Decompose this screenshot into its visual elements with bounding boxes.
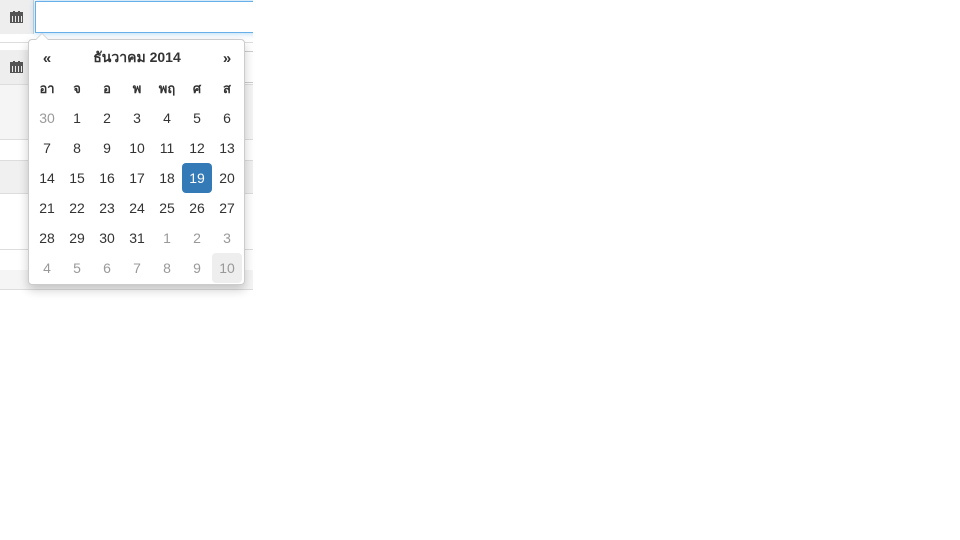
weekday-label: ส [223, 80, 231, 96]
next-month-button[interactable]: » [212, 43, 242, 73]
weekday-label: อา [39, 80, 55, 96]
week-row: 4 5 6 7 8 9 10 [32, 253, 242, 283]
day-cell[interactable]: 17 [122, 163, 152, 193]
day-cell[interactable]: 28 [32, 223, 62, 253]
calendar-icon [10, 11, 23, 23]
weekday-label: ศ [192, 80, 202, 96]
day-cell[interactable]: 9 [92, 133, 122, 163]
day-cell[interactable]: 1 [62, 103, 92, 133]
day-cell[interactable]: 7 [32, 133, 62, 163]
day-cell[interactable]: 13 [212, 133, 242, 163]
week-row: 30 1 2 3 4 5 6 [32, 103, 242, 133]
prev-month-button[interactable]: « [32, 43, 62, 73]
datepicker-dropdown: « ธันวาคม 2014 » อาจอพพฤศส 30 1 2 3 4 5 6 7 8 9 10… [28, 33, 245, 285]
day-cell[interactable]: 4 [152, 103, 182, 133]
day-cell[interactable]: 16 [92, 163, 122, 193]
day-cell[interactable]: 2 [92, 103, 122, 133]
day-cell[interactable]: 22 [62, 193, 92, 223]
week-row: 7 8 9 10 11 12 13 [32, 133, 242, 163]
date-input-addon[interactable] [0, 0, 34, 34]
day-cell[interactable]: 27 [212, 193, 242, 223]
day-cell[interactable]: 10 [212, 253, 242, 283]
day-cell[interactable]: 1 [152, 223, 182, 253]
day-cell[interactable]: 8 [152, 253, 182, 283]
day-cell[interactable]: 12 [182, 133, 212, 163]
day-cell[interactable]: 20 [212, 163, 242, 193]
day-cell[interactable]: 24 [122, 193, 152, 223]
week-row: 21 22 23 24 25 26 27 [32, 193, 242, 223]
weekday-label: จ [73, 80, 81, 96]
day-cell[interactable]: 18 [152, 163, 182, 193]
datepicker-grid: « ธันวาคม 2014 » อาจอพพฤศส 30 1 2 3 4 5 6 7 8 9 10… [32, 43, 242, 283]
days-body: 30 1 2 3 4 5 6 7 8 9 10 11 12 13 14 15 16 17 18 19 20 21 22 23 2… [32, 103, 242, 283]
day-cell[interactable]: 5 [62, 253, 92, 283]
week-row: 14 15 16 17 18 19 20 [32, 163, 242, 193]
day-cell[interactable]: 26 [182, 193, 212, 223]
day-cell[interactable]: 10 [122, 133, 152, 163]
datepicker-header: « ธันวาคม 2014 » [32, 43, 242, 73]
day-cell[interactable]: 7 [122, 253, 152, 283]
day-cell[interactable]: 6 [92, 253, 122, 283]
day-cell[interactable]: 8 [62, 133, 92, 163]
day-cell[interactable]: 9 [182, 253, 212, 283]
day-cell[interactable]: 5 [182, 103, 212, 133]
day-cell-selected[interactable]: 19 [182, 163, 212, 193]
day-cell[interactable]: 30 [32, 103, 62, 133]
month-year-title[interactable]: ธันวาคม 2014 [62, 43, 212, 73]
week-row: 28 29 30 31 1 2 3 [32, 223, 242, 253]
day-cell[interactable]: 25 [152, 193, 182, 223]
weekday-header-row: อา จ อ พ พฤ ศ ส [32, 73, 242, 103]
calendar-icon [10, 61, 23, 73]
day-cell[interactable]: 31 [122, 223, 152, 253]
day-cell[interactable]: 23 [92, 193, 122, 223]
day-cell[interactable]: 2 [182, 223, 212, 253]
weekday-label: พฤ [158, 80, 176, 96]
day-cell[interactable]: 30 [92, 223, 122, 253]
day-cell[interactable]: 3 [122, 103, 152, 133]
day-cell[interactable]: 4 [32, 253, 62, 283]
date-input[interactable] [35, 1, 253, 33]
weekday-label: พ [132, 80, 142, 96]
day-cell[interactable]: 14 [32, 163, 62, 193]
day-cell[interactable]: 21 [32, 193, 62, 223]
day-cell[interactable]: 3 [212, 223, 242, 253]
day-cell[interactable]: 29 [62, 223, 92, 253]
weekday-label: อ [103, 80, 111, 96]
day-cell[interactable]: 11 [152, 133, 182, 163]
day-cell[interactable]: 6 [212, 103, 242, 133]
day-cell[interactable]: 15 [62, 163, 92, 193]
